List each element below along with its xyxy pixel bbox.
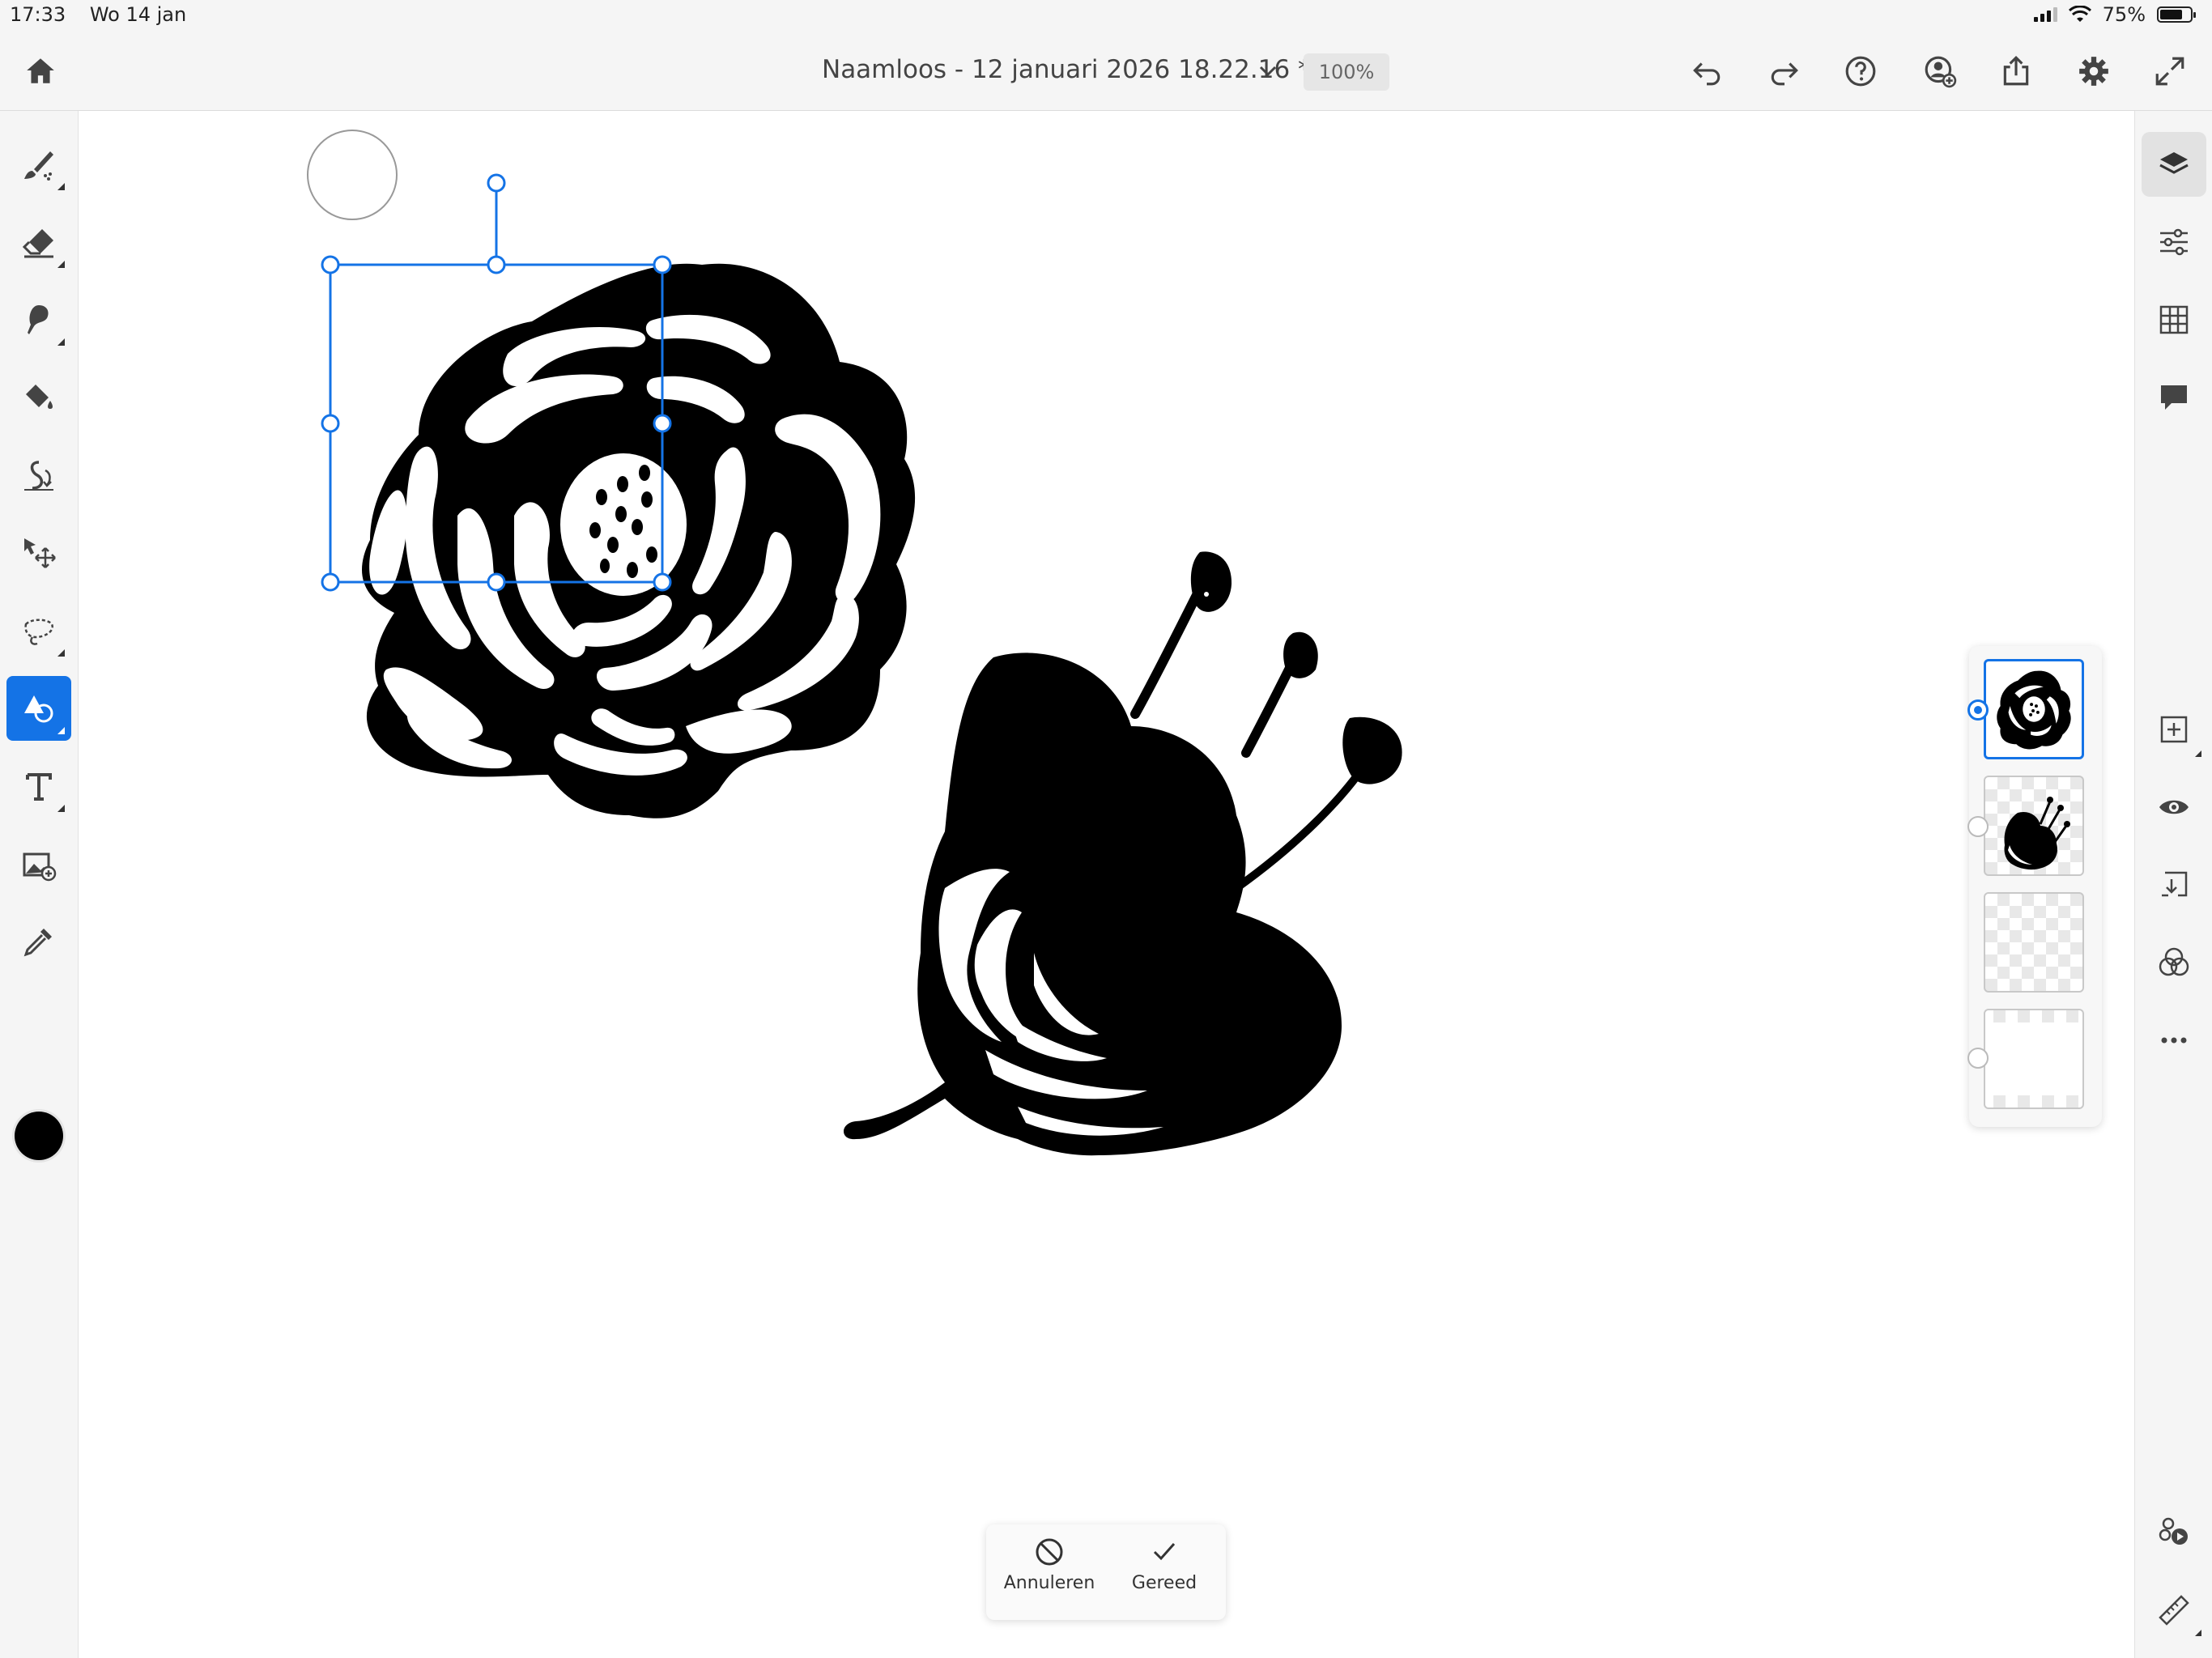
liquify-tool-icon[interactable] — [6, 443, 71, 508]
document-title[interactable]: Naamloos - 12 januari 2026 18.22.16 * — [822, 55, 1311, 84]
undo-icon[interactable] — [1682, 47, 1731, 96]
layers-panel — [1967, 646, 2102, 1127]
bird-artwork — [844, 551, 1402, 1156]
resize-handle — [653, 414, 672, 433]
resize-handle — [487, 255, 506, 274]
status-date: Wo 14 jan — [89, 3, 187, 26]
cancel-icon — [1036, 1538, 1063, 1566]
layer-indicator — [1967, 816, 1989, 837]
current-color-swatch[interactable] — [15, 1112, 63, 1160]
shape-tool-icon[interactable] — [6, 676, 71, 741]
eraser-tool-icon[interactable] — [6, 210, 71, 274]
resize-handle — [321, 572, 340, 592]
battery-icon — [2157, 6, 2196, 23]
cancel-label: Annuleren — [1003, 1573, 1095, 1593]
adjustments-icon[interactable] — [2142, 210, 2206, 274]
wifi-icon — [2068, 6, 2091, 22]
place-image-tool-icon[interactable] — [6, 831, 71, 896]
layer-thumbnail-background[interactable] — [1984, 1009, 2084, 1109]
redo-icon[interactable] — [1760, 47, 1809, 96]
app-top-bar: Naamloos - 12 januari 2026 18.22.16 * 10… — [0, 32, 2212, 111]
cellular-signal-icon — [2033, 7, 2057, 22]
comments-icon[interactable] — [2142, 365, 2206, 430]
image-layer-icon — [1967, 1048, 1989, 1069]
more-icon[interactable] — [2142, 1008, 2206, 1073]
resize-handle — [321, 255, 340, 274]
help-icon[interactable] — [1836, 47, 1885, 96]
layer-selection-indicator — [1967, 699, 1989, 721]
eyedropper-tool-icon[interactable] — [6, 909, 71, 974]
resize-handle — [653, 255, 672, 274]
left-toolbar — [0, 111, 79, 1658]
smudge-tool-icon[interactable] — [6, 287, 71, 352]
blend-mode-icon[interactable] — [2142, 930, 2206, 995]
checkmark-icon — [1153, 1543, 1176, 1561]
transform-tool-icon[interactable] — [6, 521, 71, 585]
grid-icon[interactable] — [2142, 287, 2206, 352]
done-label: Gereed — [1131, 1573, 1197, 1593]
ruler-icon[interactable] — [2142, 1576, 2206, 1641]
cancel-button[interactable]: Annuleren — [993, 1536, 1106, 1610]
chevron-down-icon[interactable] — [1253, 57, 1283, 86]
flower-artwork — [362, 263, 916, 818]
lasso-tool-icon[interactable] — [6, 598, 71, 663]
brush-tool-icon[interactable] — [6, 132, 71, 197]
artwork[interactable] — [79, 111, 2133, 1658]
layer-thumbnail-empty[interactable] — [1984, 892, 2084, 993]
transform-confirm-bar: Annuleren Gereed — [986, 1524, 1226, 1620]
fill-tool-icon[interactable] — [6, 365, 71, 430]
share-icon[interactable] — [1992, 47, 2040, 96]
done-button[interactable]: Gereed — [1108, 1536, 1221, 1610]
drawing-canvas[interactable] — [79, 111, 2133, 1658]
text-tool-icon[interactable] — [6, 754, 71, 818]
invite-user-icon[interactable] — [1916, 47, 1964, 96]
right-toolbar — [2134, 111, 2212, 1658]
brush-cursor — [307, 130, 398, 220]
resize-handle — [653, 572, 672, 592]
fullscreen-icon[interactable] — [2146, 47, 2194, 96]
resize-handle — [321, 414, 340, 433]
layers-icon[interactable] — [2142, 132, 2206, 197]
status-time: 17:33 — [10, 3, 66, 26]
status-bar: 17:33 Wo 14 jan 75% — [0, 0, 2212, 32]
layer-thumbnail-bird[interactable] — [1984, 776, 2084, 876]
settings-icon[interactable] — [2069, 47, 2118, 96]
layer-thumbnail-flower[interactable] — [1984, 659, 2084, 759]
add-layer-icon[interactable] — [2142, 697, 2206, 762]
battery-percentage: 75% — [2102, 3, 2146, 26]
home-icon[interactable] — [16, 47, 65, 96]
merge-down-icon[interactable] — [2142, 852, 2206, 917]
resize-handle — [487, 572, 506, 592]
rotate-handle — [487, 173, 506, 193]
zoom-level[interactable]: 100% — [1304, 53, 1389, 91]
livestream-icon[interactable] — [2142, 1499, 2206, 1563]
visibility-icon[interactable] — [2142, 775, 2206, 840]
